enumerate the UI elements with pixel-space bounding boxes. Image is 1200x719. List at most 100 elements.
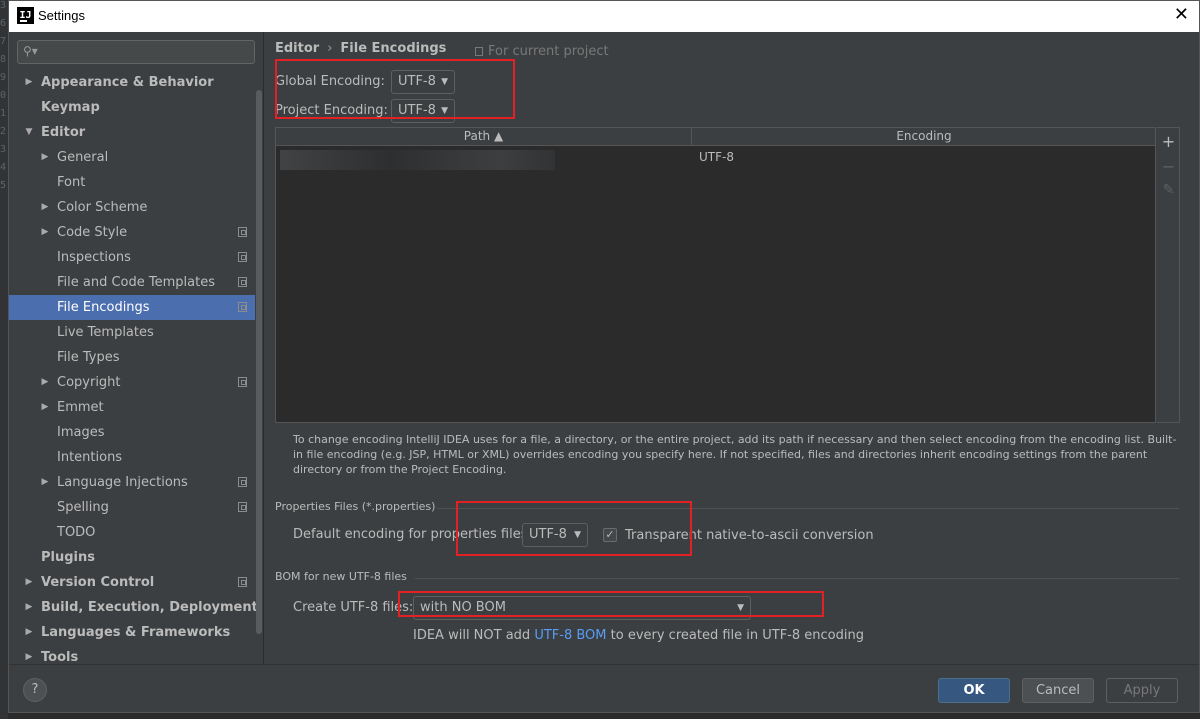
- sidebar-item-build-execution-deployment[interactable]: ▶ Build, Execution, Deployment: [9, 595, 258, 620]
- sidebar-item-live-templates[interactable]: Live Templates: [9, 320, 255, 345]
- sidebar-item-editor[interactable]: ▼ Editor: [9, 120, 255, 145]
- remove-icon[interactable]: −: [1157, 157, 1180, 176]
- encoding-help-text: To change encoding IntelliJ IDEA uses fo…: [293, 433, 1177, 476]
- sidebar-item-inspections[interactable]: Inspections: [9, 245, 255, 270]
- sidebar-item-appearance-behavior[interactable]: ▶ Appearance & Behavior: [9, 70, 255, 95]
- chevron-right-icon[interactable]: ▶: [24, 70, 34, 95]
- chevron-right-icon[interactable]: ▶: [40, 145, 50, 170]
- sidebar-item-label: Editor: [41, 125, 86, 140]
- sidebar-item-file-types[interactable]: File Types: [9, 345, 255, 370]
- sidebar-item-label: Color Scheme: [57, 200, 148, 215]
- chevron-right-icon[interactable]: ▶: [24, 570, 34, 595]
- sidebar-item-label: Emmet: [57, 400, 104, 415]
- path-cell-redacted: [280, 150, 555, 170]
- chevron-right-icon[interactable]: ▶: [40, 370, 50, 395]
- chevron-right-icon[interactable]: ▶: [24, 595, 34, 620]
- gutter-line-number: 5: [0, 180, 7, 191]
- table-row[interactable]: UTF-8: [276, 147, 1155, 170]
- close-icon[interactable]: ✕: [1174, 4, 1189, 25]
- sidebar-item-label: Images: [57, 425, 105, 440]
- settings-sidebar: ⚲▾ ▶ Appearance & Behavior Keymap ▼ Editor ▶ G…: [9, 32, 264, 665]
- sidebar-item-plugins[interactable]: Plugins: [9, 545, 255, 570]
- create-utf8-files-label: Create UTF-8 files:: [293, 600, 414, 615]
- sidebar-item-label: Code Style: [57, 225, 128, 240]
- settings-dialog: IJ Settings ✕ ⚲▾ ▶ Appearance & Behavior K…: [8, 0, 1200, 713]
- sidebar-item-label: File Types: [57, 350, 120, 365]
- sidebar-item-images[interactable]: Images: [9, 420, 255, 445]
- gutter-line-number: 1: [0, 108, 7, 119]
- utf8-bom-link[interactable]: UTF-8 BOM: [534, 628, 606, 643]
- breadcrumb-file-encodings: File Encodings: [340, 41, 447, 56]
- table-header: Path ▲ Encoding: [276, 128, 1155, 146]
- chevron-right-icon[interactable]: ▶: [40, 470, 50, 495]
- sidebar-item-label: Language Injections: [57, 475, 188, 490]
- search-input[interactable]: ⚲▾: [17, 40, 255, 64]
- sidebar-item-copyright[interactable]: ▶ Copyright: [9, 370, 255, 395]
- chevron-right-icon[interactable]: ▶: [40, 195, 50, 220]
- section-divider: [415, 578, 1179, 579]
- apply-button[interactable]: Apply: [1106, 678, 1178, 703]
- sidebar-item-emmet[interactable]: ▶ Emmet: [9, 395, 255, 420]
- settings-tree: ▶ Appearance & Behavior Keymap ▼ Editor ▶ Gene…: [9, 70, 258, 670]
- sidebar-item-label: Appearance & Behavior: [41, 75, 214, 90]
- sidebar-item-file-encodings[interactable]: File Encodings: [9, 295, 255, 320]
- sidebar-item-color-scheme[interactable]: ▶ Color Scheme: [9, 195, 255, 220]
- window-title: Settings: [38, 8, 85, 23]
- chevron-down-icon[interactable]: ▼: [24, 120, 34, 145]
- sidebar-item-intentions[interactable]: Intentions: [9, 445, 255, 470]
- chevron-right-icon[interactable]: ▶: [24, 620, 34, 645]
- path-column-header[interactable]: Path ▲: [276, 128, 692, 145]
- sidebar-item-spelling[interactable]: Spelling: [9, 495, 255, 520]
- file-encodings-panel: Editor › File Encodings For current projec…: [265, 32, 1199, 664]
- sidebar-item-general[interactable]: ▶ General: [9, 145, 255, 170]
- encoding-column-header[interactable]: Encoding: [693, 128, 1155, 145]
- sidebar-item-label: Copyright: [57, 375, 121, 390]
- help-button[interactable]: ?: [23, 678, 47, 702]
- project-scope-icon: [238, 302, 247, 312]
- for-current-project-label: For current project: [488, 44, 609, 59]
- sidebar-item-version-control[interactable]: ▶ Version Control: [9, 570, 255, 595]
- sidebar-item-keymap[interactable]: Keymap: [9, 95, 255, 120]
- cancel-button[interactable]: Cancel: [1022, 678, 1094, 703]
- sidebar-item-label: Live Templates: [57, 325, 154, 340]
- project-scope-icon: [475, 47, 483, 56]
- chevron-right-icon[interactable]: ▶: [40, 395, 50, 420]
- sidebar-item-label: Version Control: [41, 575, 155, 590]
- sidebar-item-label: File Encodings: [57, 300, 150, 315]
- chevron-right-icon[interactable]: ▶: [40, 220, 50, 245]
- title-bar: IJ Settings ✕: [9, 1, 1199, 32]
- annotation-box-encodings: [275, 59, 515, 119]
- path-encoding-table[interactable]: Path ▲ Encoding UTF-8: [275, 127, 1156, 423]
- annotation-box-bom: [398, 591, 824, 617]
- ok-button[interactable]: OK: [938, 678, 1010, 703]
- sidebar-item-file-and-code-templates[interactable]: File and Code Templates: [9, 270, 255, 295]
- edit-icon[interactable]: ✎: [1157, 182, 1180, 198]
- project-scope-icon: [238, 377, 247, 387]
- editor-gutter: 3 6 7 8 9 0 1 2 3 4 5: [0, 0, 8, 719]
- gutter-line-number: 4: [0, 162, 7, 173]
- sidebar-item-label: Font: [57, 175, 86, 190]
- breadcrumb: Editor › File Encodings: [275, 41, 446, 56]
- add-icon[interactable]: +: [1157, 132, 1180, 151]
- sidebar-item-todo[interactable]: TODO: [9, 520, 255, 545]
- breadcrumb-editor[interactable]: Editor: [275, 41, 319, 56]
- sidebar-item-languages-frameworks[interactable]: ▶ Languages & Frameworks: [9, 620, 255, 645]
- sidebar-item-label: Keymap: [41, 100, 100, 115]
- gutter-line-number: 0: [0, 90, 7, 101]
- project-scope-icon: [238, 477, 247, 487]
- gutter-line-number: 3: [0, 0, 7, 11]
- bom-note-prefix: IDEA will NOT add: [413, 628, 535, 643]
- sidebar-item-code-style[interactable]: ▶ Code Style: [9, 220, 255, 245]
- annotation-box-properties: [456, 501, 692, 556]
- sidebar-item-label: Plugins: [41, 550, 95, 565]
- gutter-line-number: 6: [0, 18, 7, 29]
- sidebar-item-label: Spelling: [57, 500, 109, 515]
- project-scope-icon: [238, 252, 247, 262]
- sidebar-scrollbar[interactable]: [256, 90, 262, 634]
- sidebar-item-label: Build, Execution, Deployment: [41, 600, 258, 615]
- sidebar-item-language-injections[interactable]: ▶ Language Injections: [9, 470, 255, 495]
- sidebar-item-label: TODO: [57, 525, 96, 540]
- sidebar-item-label: Intentions: [57, 450, 123, 465]
- sidebar-item-font[interactable]: Font: [9, 170, 255, 195]
- bom-note: IDEA will NOT add UTF-8 BOM to every cre…: [413, 628, 864, 643]
